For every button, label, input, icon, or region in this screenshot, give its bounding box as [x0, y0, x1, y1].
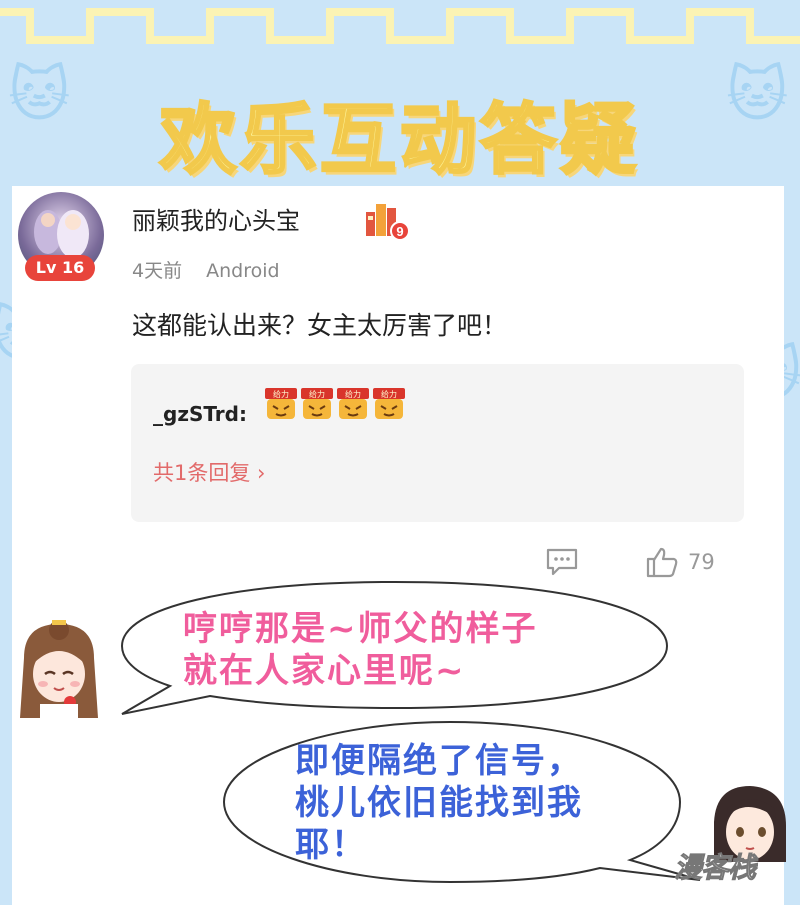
medal-icon: 9: [364, 198, 410, 242]
username[interactable]: 丽颖我的心头宝: [132, 201, 300, 236]
sticker-label: 给力: [345, 389, 361, 399]
bubble-2-line2: 桃儿依旧能找到我: [295, 783, 583, 823]
watermark-logo: 漫客栈: [673, 851, 756, 885]
medal-number: 9: [396, 224, 403, 239]
comment-icon[interactable]: [545, 547, 579, 577]
comment-text: 这都能认出来？女主太厉害了吧！: [132, 311, 508, 340]
reply-username[interactable]: _gzSTrd:: [153, 402, 247, 426]
bubble-1-line2: 就在人家心里呢~: [183, 651, 466, 691]
reply-box[interactable]: _gzSTrd: 给力 给力 给力 给力 共1条回复 ›: [131, 364, 744, 522]
sticker-icon: 给力: [264, 387, 298, 421]
sticker-icon: 给力: [372, 387, 406, 421]
page-title: 欢乐互动答疑: [159, 94, 640, 186]
level-badge: Lv 16: [25, 255, 95, 281]
comment-time: 4天前: [132, 260, 183, 282]
comment-device: Android: [206, 260, 280, 282]
girl-character-icon: [20, 620, 98, 720]
bubble-2-line3: 耶！: [295, 825, 367, 865]
bubble-1-line1: 哼哼那是~师父的样子: [183, 609, 538, 649]
like-count: 79: [688, 550, 715, 574]
sticker-icon: 给力: [300, 387, 334, 421]
comment-meta: 4天前 Android: [132, 256, 298, 283]
reply-count-link[interactable]: 共1条回复 ›: [153, 457, 265, 487]
thumbs-up-icon[interactable]: [645, 546, 679, 578]
reply-stickers: 给力 给力 给力 给力: [264, 387, 406, 421]
bubble-1-text: 哼哼那是~师父的样子 就在人家心里呢~: [183, 608, 538, 692]
bubble-2-line1: 即便隔绝了信号，: [295, 741, 583, 781]
chevron-right-icon: ›: [250, 461, 266, 485]
sticker-label: 给力: [381, 389, 397, 399]
sticker-label: 给力: [309, 389, 325, 399]
sticker-icon: 给力: [336, 387, 370, 421]
crenel-border: [0, 8, 800, 44]
reply-count[interactable]: 共1条回复: [153, 461, 250, 485]
sticker-label: 给力: [273, 389, 289, 399]
bubble-2-text: 即便隔绝了信号， 桃儿依旧能找到我 耶！: [295, 740, 583, 866]
